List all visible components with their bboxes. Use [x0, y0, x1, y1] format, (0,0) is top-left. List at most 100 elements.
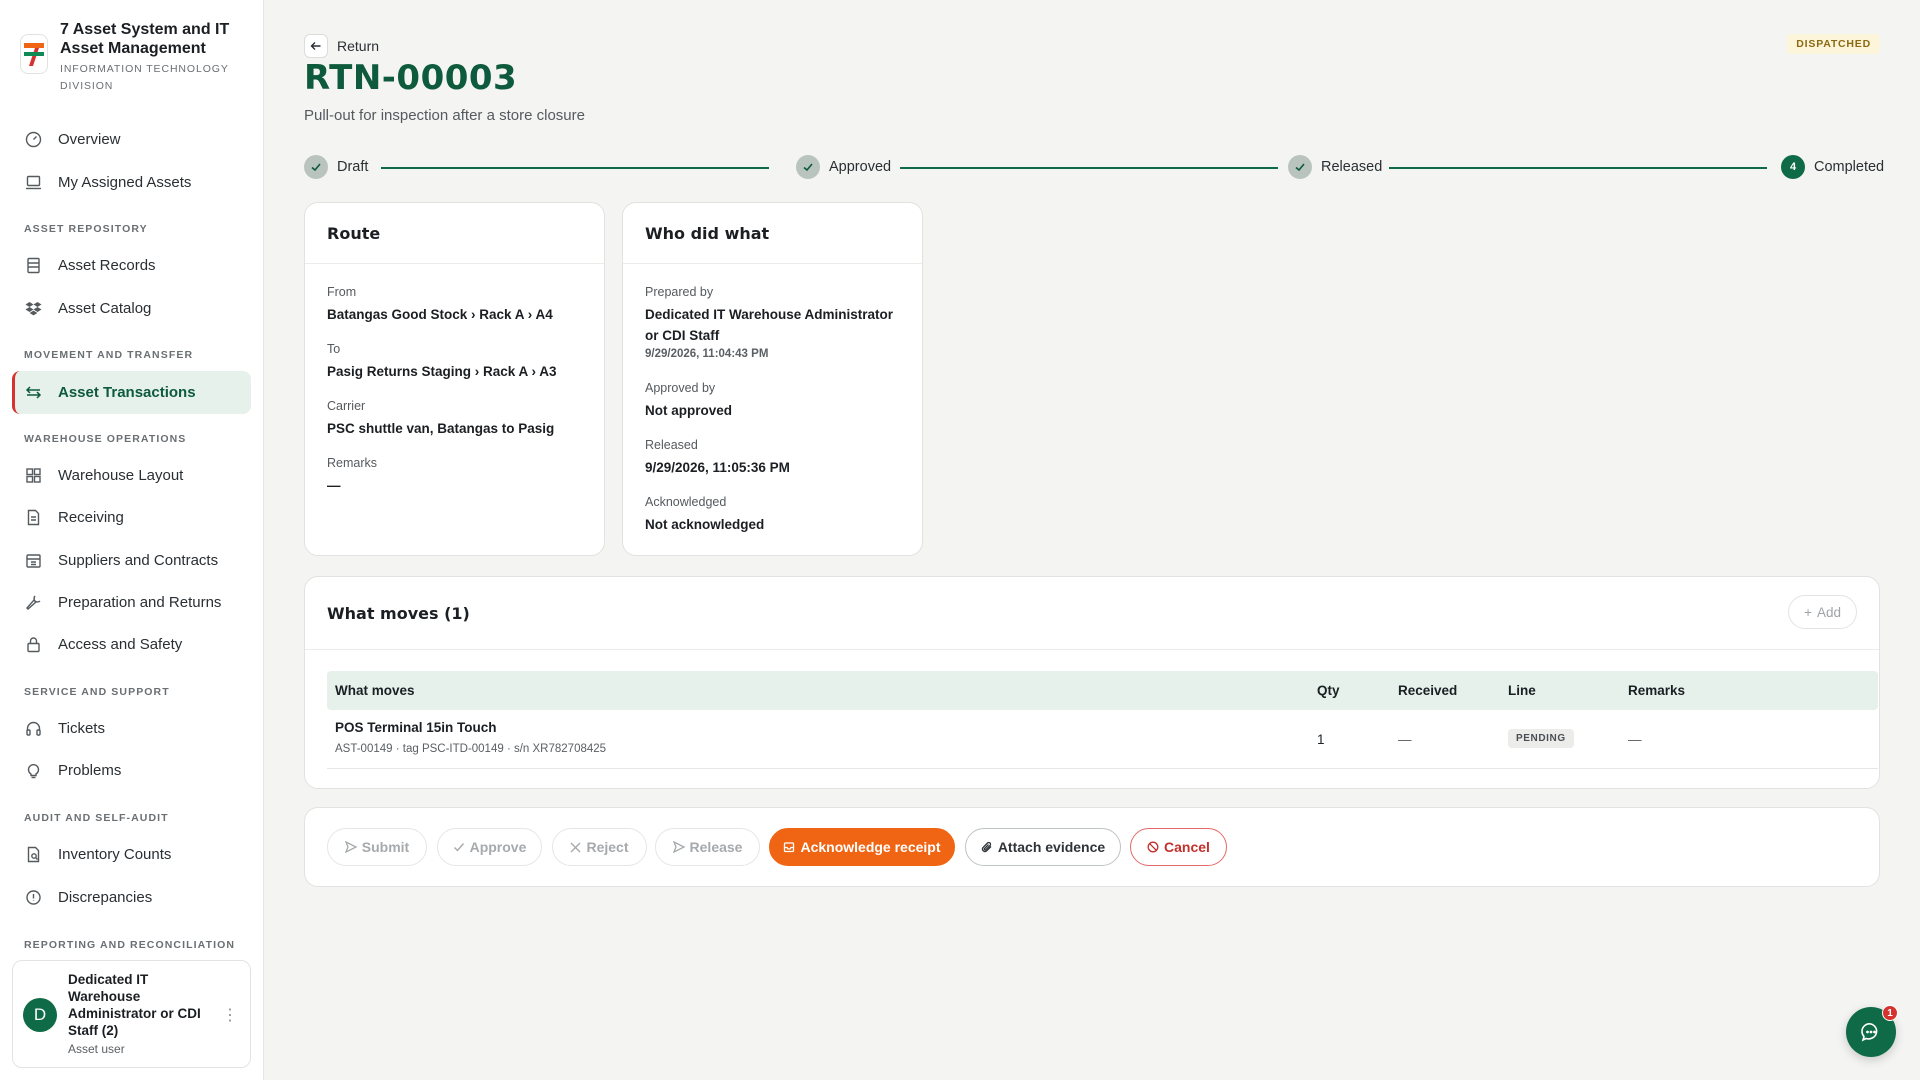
add-button-label: Add [1816, 604, 1841, 620]
user-card[interactable]: D Dedicated IT Warehouse Administrator o… [12, 960, 251, 1068]
card-title: What moves (1) [305, 577, 1879, 650]
sidebar-item-label: My Assigned Assets [58, 173, 192, 191]
sidebar-item-label: Asset Transactions [58, 384, 196, 401]
prepared-at: 9/29/2026, 11:04:43 PM [645, 348, 769, 360]
sidebar-item-inventory-counts[interactable]: Inventory Counts [12, 834, 251, 874]
stepper-connector [381, 167, 769, 169]
page-subtitle: Pull-out for inspection after a store cl… [304, 107, 585, 124]
sidebar-item-warehouse-layout[interactable]: Warehouse Layout [12, 455, 251, 495]
sidebar-item-label: Access and Safety [58, 635, 183, 653]
count-icon [24, 845, 42, 863]
to-value: Pasig Returns Staging › Rack A › A3 [327, 364, 557, 379]
route-card: Route From Batangas Good Stock › Rack A … [304, 202, 605, 556]
table-header: What moves Qty Received Line Remarks [327, 671, 1878, 710]
sidebar-item-access-and-safety[interactable]: Access and Safety [12, 624, 251, 664]
from-value: Batangas Good Stock › Rack A › A4 [327, 307, 553, 322]
sidebar-item-preparation-and-returns[interactable]: Preparation and Returns [12, 582, 251, 622]
sidebar-item-asset-transactions[interactable]: Asset Transactions [12, 371, 251, 414]
grid-icon [24, 466, 42, 484]
sidebar-item-tickets[interactable]: Tickets [12, 708, 251, 748]
stepper-connector [900, 167, 1278, 169]
step-draft: Draft [304, 155, 368, 179]
chat-bubble-icon [1861, 1023, 1878, 1042]
acknowledge-label: Acknowledge receipt [800, 839, 941, 855]
sidebar-item-overview[interactable]: Overview [12, 119, 251, 159]
sidebar-item-label: Preparation and Returns [58, 593, 222, 611]
brand[interactable]: 7 Asset System and IT Asset Management I… [20, 20, 256, 95]
cancel-label: Cancel [1164, 839, 1210, 855]
section-label-warehouse-operations: Warehouse Operations [24, 433, 187, 445]
stepper-connector [1389, 167, 1767, 169]
more-vertical-icon[interactable]: ⋮ [222, 1005, 238, 1025]
sidebar-item-label: Asset Catalog [58, 299, 152, 317]
step-completed: 4 Completed [1781, 155, 1884, 179]
seven-eleven-logo [20, 34, 48, 74]
send-icon [344, 841, 357, 853]
sidebar-item-suppliers-and-contracts[interactable]: Suppliers and Contracts [12, 540, 251, 580]
cancel-button[interactable]: Cancel [1130, 828, 1227, 866]
plus-icon: + [1804, 604, 1812, 620]
release-button[interactable]: Release [655, 828, 760, 866]
column-header-remarks: Remarks [1628, 683, 1686, 698]
sidebar-item-asset-records[interactable]: Asset Records [12, 245, 251, 285]
who-did-what-card: Who did what Prepared by Dedicated IT Wa… [622, 202, 923, 556]
sidebar-item-receiving[interactable]: Receiving [12, 497, 251, 537]
inbox-icon [784, 842, 795, 853]
back-button[interactable] [304, 34, 328, 58]
table-row[interactable]: POS Terminal 15in Touch AST-00149 · tag … [327, 710, 1878, 769]
step-approved: Approved [796, 155, 891, 179]
sidebar-item-label: Tickets [58, 719, 105, 737]
item-remarks: — [1628, 732, 1642, 747]
sidebar-item-label: Receiving [58, 508, 124, 526]
sidebar-item-label: Problems [58, 761, 122, 779]
breadcrumb-return[interactable]: Return [337, 38, 379, 54]
app-subtitle: Information Technology Division [60, 63, 229, 92]
sidebar-item-label: Discrepancies [58, 888, 153, 906]
add-button[interactable]: + Add [1788, 595, 1857, 629]
supplier-icon [24, 551, 42, 569]
page-title: RTN-00003 [304, 58, 518, 98]
paperclip-icon [981, 841, 992, 853]
dropbox-icon [24, 299, 42, 317]
step-label: Approved [829, 159, 892, 175]
sidebar-item-label: Asset Records [58, 256, 156, 274]
step-released: Released [1288, 155, 1382, 179]
alert-icon [24, 888, 42, 906]
line-status-badge: PENDING [1508, 729, 1574, 748]
acknowledge-receipt-button[interactable]: Acknowledge receipt [769, 828, 955, 866]
sidebar-item-label: Warehouse Layout [58, 466, 184, 484]
sidebar: 7 Asset System and IT Asset Management I… [0, 0, 264, 1080]
column-header-received: Received [1398, 683, 1458, 698]
section-label-service-and-support: Service and Support [24, 686, 170, 698]
wrench-icon [24, 593, 42, 611]
attach-label: Attach evidence [997, 839, 1106, 855]
approve-button[interactable]: Approve [437, 828, 542, 866]
submit-button[interactable]: Submit [327, 828, 427, 866]
card-title: Route [305, 203, 604, 264]
released-label: Released [645, 438, 698, 452]
item-received: — [1398, 732, 1412, 747]
attach-evidence-button[interactable]: Attach evidence [965, 828, 1121, 866]
reject-button[interactable]: Reject [552, 828, 647, 866]
check-icon [796, 155, 820, 179]
check-icon [304, 155, 328, 179]
sidebar-item-discrepancies[interactable]: Discrepancies [12, 877, 251, 917]
headset-icon [24, 719, 42, 737]
close-icon [570, 842, 581, 852]
sidebar-item-label: Inventory Counts [58, 845, 172, 863]
sidebar-item-problems[interactable]: Problems [12, 750, 251, 790]
column-header-what-moves: What moves [335, 683, 415, 698]
card-title: Who did what [623, 203, 922, 264]
carrier-label: Carrier [327, 399, 366, 413]
sidebar-item-asset-catalog[interactable]: Asset Catalog [12, 288, 251, 328]
release-label: Release [689, 839, 743, 855]
step-label: Completed [1814, 159, 1885, 175]
sidebar-item-my-assigned-assets[interactable]: My Assigned Assets [12, 162, 251, 202]
status-badge: DISPATCHED [1787, 34, 1880, 54]
arrows-icon [24, 384, 42, 402]
laptop-icon [24, 173, 42, 191]
from-label: From [327, 285, 357, 299]
submit-label: Submit [361, 839, 410, 855]
app-title: 7 Asset System and IT Asset Management [60, 21, 230, 57]
main-content: Return DISPATCHED RTN-00003 Pull-out for… [265, 0, 1920, 1080]
